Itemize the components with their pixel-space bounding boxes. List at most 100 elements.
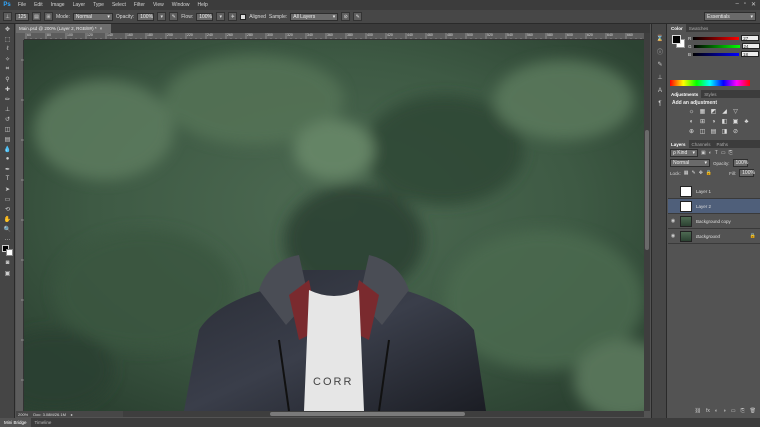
selective-color-adjustment-icon[interactable]: ⊘: [732, 128, 739, 135]
edit-toolbar-icon[interactable]: …: [0, 234, 15, 244]
eyedropper-tool-icon[interactable]: ⚲: [0, 74, 15, 84]
fill-field[interactable]: 100%: [739, 169, 755, 177]
blue-value-input[interactable]: 18: [741, 51, 760, 57]
status-menu-icon[interactable]: ▸: [71, 412, 73, 417]
layer-filter-select[interactable]: ρ Kind ▾: [670, 149, 698, 157]
horizontal-scroll-thumb[interactable]: [270, 412, 465, 416]
new-adjustment-icon[interactable]: ◑: [723, 408, 726, 414]
delete-layer-icon[interactable]: 🗑: [750, 408, 756, 414]
lock-position-icon[interactable]: ✥: [699, 170, 703, 176]
quick-mask-icon[interactable]: ◙: [0, 258, 15, 268]
maximize-icon[interactable]: ▫: [744, 1, 746, 8]
tab-mini-bridge[interactable]: Mini Bridge: [0, 418, 31, 427]
tab-styles[interactable]: Styles: [701, 90, 719, 98]
filter-pixel-icon[interactable]: ▣: [701, 150, 706, 156]
invert-adjustment-icon[interactable]: ⊕: [688, 128, 695, 135]
channel-mixer-adjustment-icon[interactable]: ▣: [732, 118, 739, 125]
exposure-adjustment-icon[interactable]: ◢: [721, 108, 728, 115]
foreground-color-box[interactable]: [672, 35, 681, 44]
link-layers-icon[interactable]: ⛓: [695, 408, 701, 414]
quick-select-tool-icon[interactable]: ✧: [0, 54, 15, 64]
workspace-switcher[interactable]: Essentials ▾: [704, 12, 756, 21]
tab-swatches[interactable]: Swatches: [686, 24, 712, 32]
color-spectrum-bar[interactable]: [670, 80, 750, 86]
move-tool-icon[interactable]: ✥: [0, 24, 15, 34]
brush-presets-icon[interactable]: ✎: [652, 58, 668, 71]
tab-timeline[interactable]: Timeline: [31, 418, 56, 427]
history-panel-icon[interactable]: ⌛: [652, 32, 668, 45]
layer-row[interactable]: ◉ Background copy: [668, 214, 760, 229]
menu-select[interactable]: Select: [108, 2, 130, 8]
brightness-adjustment-icon[interactable]: ☼: [688, 108, 695, 115]
ruler-corner[interactable]: [16, 33, 24, 40]
layer-row-selected[interactable]: Layer 2: [668, 199, 760, 214]
paragraph-panel-icon[interactable]: ¶: [652, 97, 668, 110]
menu-help[interactable]: Help: [194, 2, 212, 8]
layer-opacity-field[interactable]: 100%: [732, 159, 748, 167]
menu-view[interactable]: View: [149, 2, 168, 8]
tab-channels[interactable]: Channels: [689, 140, 714, 148]
flow-field[interactable]: 100%: [196, 12, 214, 21]
black-white-adjustment-icon[interactable]: ◑: [710, 118, 717, 125]
filter-adjust-icon[interactable]: ◐: [709, 150, 712, 156]
levels-adjustment-icon[interactable]: ▦: [699, 108, 706, 115]
tab-paths[interactable]: Paths: [714, 140, 732, 148]
posterize-adjustment-icon[interactable]: ◫: [699, 128, 706, 135]
tab-color[interactable]: Color: [668, 24, 686, 32]
color-balance-adjustment-icon[interactable]: ⊞: [699, 118, 706, 125]
type-tool-icon[interactable]: T: [0, 174, 15, 184]
zoom-tool-icon[interactable]: 🔍: [0, 224, 15, 234]
document-tab[interactable]: Main.psd @ 200% (Layer 2, RGB/8#) * ×: [16, 24, 111, 33]
new-layer-icon[interactable]: ⎘: [741, 408, 745, 414]
clone-source-panel-icon[interactable]: ⊥: [652, 71, 668, 84]
character-panel-icon[interactable]: A: [652, 84, 668, 97]
document-canvas[interactable]: CORR: [24, 40, 644, 411]
threshold-adjustment-icon[interactable]: ▤: [710, 128, 717, 135]
zoom-level[interactable]: 200%: [18, 412, 28, 417]
vertical-ruler[interactable]: [16, 40, 24, 411]
minimize-icon[interactable]: –: [735, 1, 738, 8]
eraser-tool-icon[interactable]: ◫: [0, 124, 15, 134]
menu-image[interactable]: Image: [47, 2, 69, 8]
lasso-tool-icon[interactable]: ℓ: [0, 44, 15, 54]
layer-row[interactable]: ◉ Background 🔒: [668, 229, 760, 244]
opacity-field[interactable]: 100%: [137, 12, 155, 21]
color-lookup-adjustment-icon[interactable]: ♣: [743, 118, 750, 125]
tab-close-icon[interactable]: ×: [100, 26, 103, 31]
clone-stamp-tool-icon[interactable]: ⊥: [3, 12, 12, 21]
close-icon[interactable]: ✕: [751, 1, 756, 8]
flow-dropdown-icon[interactable]: ▾: [216, 12, 226, 21]
menu-file[interactable]: File: [14, 2, 30, 8]
mode-select[interactable]: Normal ▾: [72, 12, 113, 21]
horizontal-ruler[interactable]: 60 80 100 120 140 160 180 200 220 240 260 280 300 320…: [24, 33, 644, 40]
airbrush-icon[interactable]: ✈: [228, 12, 238, 21]
gradient-map-adjustment-icon[interactable]: ◨: [721, 128, 728, 135]
pen-tool-icon[interactable]: ✒: [0, 164, 15, 174]
filter-shape-icon[interactable]: ▭: [721, 150, 726, 156]
menu-filter[interactable]: Filter: [130, 2, 149, 8]
photo-filter-adjustment-icon[interactable]: ◧: [721, 118, 728, 125]
history-brush-tool-icon[interactable]: ↺: [0, 114, 15, 124]
crop-tool-icon[interactable]: ⌗: [0, 64, 15, 74]
vertical-scroll-thumb[interactable]: [645, 130, 649, 250]
filter-type-icon[interactable]: T: [715, 150, 718, 156]
eye-icon[interactable]: ◉: [668, 233, 678, 239]
tab-layers[interactable]: Layers: [668, 140, 689, 148]
blue-slider[interactable]: [693, 52, 740, 56]
blur-tool-icon[interactable]: 💧: [0, 144, 15, 154]
clone-stamp-tool-icon[interactable]: ⊥: [0, 104, 15, 114]
filter-smart-icon[interactable]: ⎘: [729, 150, 733, 156]
menu-layer[interactable]: Layer: [69, 2, 90, 8]
3d-tool-icon[interactable]: ⟲: [0, 204, 15, 214]
tab-adjustments[interactable]: Adjustments: [668, 90, 702, 98]
lock-transparency-icon[interactable]: ▦: [684, 170, 689, 176]
pressure-opacity-icon[interactable]: ✎: [169, 12, 179, 21]
healing-brush-tool-icon[interactable]: ✚: [0, 84, 15, 94]
brush-panel-icon[interactable]: ▤: [32, 12, 41, 21]
blend-mode-select[interactable]: Normal ▾: [670, 159, 710, 167]
eye-icon[interactable]: ◉: [668, 218, 678, 224]
aligned-checkbox[interactable]: [240, 13, 247, 20]
red-value-input[interactable]: 27: [741, 35, 760, 41]
background-color-swatch[interactable]: [6, 249, 13, 256]
menu-edit[interactable]: Edit: [30, 2, 47, 8]
